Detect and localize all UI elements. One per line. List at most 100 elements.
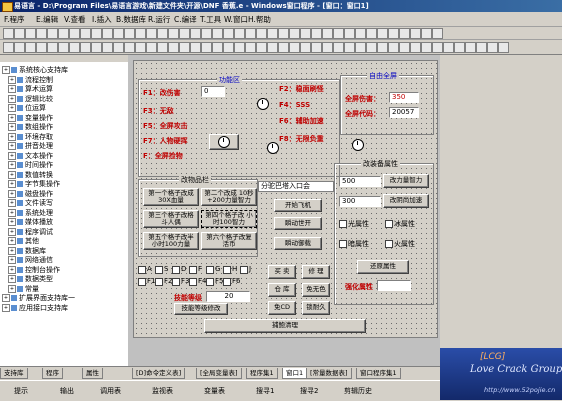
tree-item[interactable]: + 扩展界面支持库一 [2, 294, 75, 302]
tree-item[interactable]: + 磁盘操作 [8, 189, 53, 198]
control-palette-button[interactable] [311, 42, 322, 53]
toolbar-button[interactable] [212, 28, 223, 39]
item-button-1[interactable]: 第一个格子改成 30X血量 [143, 188, 199, 206]
control-palette-button[interactable] [355, 42, 366, 53]
expand-icon[interactable]: + [8, 113, 16, 122]
control-palette-button[interactable] [234, 42, 245, 53]
tab-window-assembly1[interactable]: 窗口程序集1 [356, 368, 401, 379]
hotkey-checkbox[interactable] [138, 266, 146, 274]
control-palette-button[interactable] [366, 42, 377, 53]
control-palette-button[interactable] [69, 42, 80, 53]
menu-compile[interactable]: C.编译 [174, 14, 197, 25]
control-palette-button[interactable] [80, 42, 91, 53]
auto-dmg-input[interactable]: 350 [389, 92, 419, 103]
tree-item[interactable]: + 其他 [8, 237, 39, 245]
control-palette-button[interactable] [124, 42, 135, 53]
toolbar-button[interactable] [36, 28, 47, 39]
tab-vars[interactable]: 变量表 [204, 386, 225, 396]
skill-level-input[interactable]: 20 [206, 291, 250, 302]
menu-run[interactable]: R.运行 [148, 14, 170, 25]
toolbar-button[interactable] [388, 28, 399, 39]
expand-icon[interactable]: + [2, 66, 10, 74]
toolbar-button[interactable] [322, 28, 333, 39]
toolbar-button[interactable] [333, 28, 344, 39]
control-palette-button[interactable] [146, 42, 157, 53]
tree-item[interactable]: + 拼音处理 [8, 142, 53, 150]
expand-icon[interactable]: + [2, 294, 10, 302]
hotkey-checkbox[interactable] [206, 278, 214, 286]
expand-icon[interactable]: + [8, 265, 16, 274]
tree-item[interactable]: + 网络通信 [8, 256, 53, 264]
equip-input-1[interactable]: 500 [339, 176, 381, 187]
expand-icon[interactable]: + [8, 275, 16, 283]
restore-attr-button[interactable]: 还原属性 [357, 260, 409, 274]
expand-icon[interactable]: + [8, 246, 16, 255]
item-button-5[interactable]: 第五个格子改半 小时100力量 [143, 232, 199, 250]
toolbar-button[interactable] [432, 28, 443, 39]
toolbar-button[interactable] [344, 28, 355, 39]
clean-button[interactable]: 捕鲍清理 [204, 319, 366, 333]
control-palette-button[interactable] [432, 42, 443, 53]
control-palette-button[interactable] [256, 42, 267, 53]
buy-sell-button[interactable]: 买 卖 [268, 265, 296, 279]
tab-calls[interactable]: 调用表 [100, 386, 121, 396]
control-palette-button[interactable] [388, 42, 399, 53]
control-palette-button[interactable] [267, 42, 278, 53]
hotkey-checkbox[interactable] [189, 278, 197, 286]
toolbar-button[interactable] [91, 28, 102, 39]
control-palette-button[interactable] [102, 42, 113, 53]
equip-str-int-button[interactable]: 改力量智力 [383, 174, 429, 188]
item-button-2[interactable]: 第二个改成 10秒 +200力量智力 [201, 188, 257, 206]
toolbar-button[interactable] [25, 28, 36, 39]
control-palette-button[interactable] [443, 42, 454, 53]
hotkey-checkbox[interactable] [138, 278, 146, 286]
control-palette-button[interactable] [289, 42, 300, 53]
tree-item[interactable]: + 数据类型 [8, 275, 53, 283]
toolbar-button[interactable] [102, 28, 113, 39]
hotkey-checkbox[interactable] [223, 266, 231, 274]
tree-item[interactable]: + 系统处理 [8, 208, 53, 217]
expand-icon[interactable]: + [8, 132, 16, 141]
item-button-3[interactable]: 第三个格子改格 斗人偶 [143, 210, 199, 228]
toolbar-button[interactable] [190, 28, 201, 39]
map-select[interactable]: 分驼巴塔入口会 [258, 181, 334, 192]
instant-open-button[interactable]: 瞬动世开 [274, 217, 322, 230]
timer-button[interactable] [209, 134, 239, 150]
expand-icon[interactable]: + [2, 303, 10, 312]
tree-item[interactable]: + 控制台操作 [8, 265, 60, 274]
control-palette-button[interactable] [487, 42, 498, 53]
tree-item[interactable]: + 系统核心支持库 [2, 66, 68, 74]
control-palette-button[interactable] [377, 42, 388, 53]
tree-item[interactable]: + 算术运算 [8, 85, 53, 93]
expand-icon[interactable]: + [8, 237, 16, 245]
tree-item[interactable]: + 位运算 [8, 104, 46, 112]
menu-tools[interactable]: T.工具 [200, 14, 221, 25]
toolbar-button[interactable] [366, 28, 377, 39]
equip-input-2[interactable]: 300 [339, 196, 381, 207]
control-palette-button[interactable] [157, 42, 168, 53]
tree-item[interactable]: + 媒体播放 [8, 218, 53, 226]
tab-program[interactable]: 程序 [42, 368, 63, 379]
expand-icon[interactable]: + [8, 123, 16, 131]
toolbar-button[interactable] [69, 28, 80, 39]
tab-support-lib[interactable]: 支持库 [0, 368, 28, 379]
tree-item[interactable]: + 程序调试 [8, 227, 53, 236]
control-palette-button[interactable] [333, 42, 344, 53]
tree-item[interactable]: + 常量 [8, 284, 39, 293]
tree-item[interactable]: + 文件读写 [8, 199, 53, 207]
toolbar-button[interactable] [157, 28, 168, 39]
tree-item[interactable]: + 流程控制 [8, 75, 53, 84]
control-palette-button[interactable] [36, 42, 47, 53]
control-palette-button[interactable] [300, 42, 311, 53]
control-palette-button[interactable] [190, 42, 201, 53]
control-palette-button[interactable] [399, 42, 410, 53]
item-button-6[interactable]: 第六个格子改复 活币 [201, 232, 257, 250]
tree-item[interactable]: + 数组操作 [8, 123, 53, 131]
toolbar-button[interactable] [289, 28, 300, 39]
control-palette-button[interactable] [14, 42, 25, 53]
toolbar-button[interactable] [399, 28, 410, 39]
expand-icon[interactable]: + [8, 180, 16, 188]
hotkey-checkbox[interactable] [155, 266, 163, 274]
damage-input[interactable]: 0 [201, 86, 225, 97]
control-palette-button[interactable] [498, 42, 509, 53]
